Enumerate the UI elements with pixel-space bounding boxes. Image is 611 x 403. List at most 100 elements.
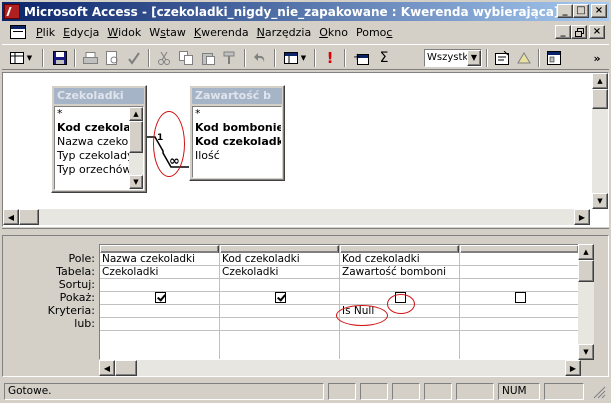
scroll-up-icon[interactable]: ▲	[578, 244, 594, 260]
show-table-icon[interactable]: +	[350, 48, 372, 68]
table-czekoladki-title[interactable]: Czekoladki	[54, 88, 144, 104]
toolbar-overflow-icon[interactable]: »	[590, 48, 604, 68]
grid-column-4[interactable]	[460, 245, 578, 359]
scroll-thumb[interactable]	[115, 360, 137, 376]
database-window-icon[interactable]	[544, 48, 564, 68]
grid-cell-or[interactable]	[220, 318, 339, 331]
scroll-down-icon[interactable]: ▼	[578, 344, 594, 360]
scroll-down-icon[interactable]: ▼	[129, 175, 143, 189]
access-app-icon[interactable]	[4, 4, 20, 19]
column-selector[interactable]	[460, 245, 578, 253]
upper-vertical-scrollbar[interactable]: ▲ ▼	[592, 73, 608, 209]
undo-icon[interactable]	[250, 48, 270, 68]
minimize-button[interactable]: _	[557, 4, 573, 18]
print-icon[interactable]	[80, 48, 100, 68]
view-dropdown-button[interactable]: ▼	[6, 48, 36, 68]
grid-cell-field[interactable]: Kod czekoladki	[340, 253, 459, 266]
paste-icon[interactable]	[198, 48, 218, 68]
copy-icon[interactable]	[176, 48, 196, 68]
menu-narzedzia[interactable]: Narzędzia	[253, 26, 316, 39]
grid-cell-field[interactable]: Kod czekoladki	[220, 253, 339, 266]
top-values-combo[interactable]: Wszystk ▼	[424, 49, 482, 67]
grid-cell-field[interactable]	[460, 253, 578, 266]
grid-cell-criteria[interactable]	[100, 305, 219, 318]
field-list-item[interactable]: *	[193, 107, 281, 121]
status-bar: Gotowe. NUM	[2, 381, 609, 401]
grid-horizontal-scrollbar[interactable]: ◀ ▶	[99, 360, 581, 376]
design-grid-pane[interactable]: Pole: Tabela: Sortuj: Pokaż: Kryteria: l…	[2, 235, 609, 377]
field-list-scrollbar[interactable]: ▲ ▼	[129, 107, 143, 189]
grid-cell-criteria[interactable]	[220, 305, 339, 318]
query-design-grid[interactable]: Nazwa czekoladki Czekoladki Kod czekolad…	[99, 244, 579, 360]
scroll-right-icon[interactable]: ▶	[574, 209, 590, 225]
totals-icon[interactable]: Σ	[374, 48, 394, 68]
column-selector[interactable]	[220, 245, 339, 253]
properties-icon[interactable]	[492, 48, 512, 68]
menu-widok[interactable]: Widok	[103, 26, 145, 39]
show-checkbox[interactable]	[515, 292, 526, 303]
grid-column-2[interactable]: Kod czekoladki Czekoladki	[220, 245, 340, 359]
upper-horizontal-scrollbar[interactable]: ◀ ▶	[3, 209, 590, 225]
grid-cell-criteria[interactable]	[460, 305, 578, 318]
field-list-item[interactable]: Kod czekoladki	[193, 135, 281, 149]
format-painter-icon[interactable]	[220, 48, 240, 68]
menu-wstaw[interactable]: Wstaw	[145, 26, 190, 39]
show-checkbox[interactable]	[275, 292, 286, 303]
close-button[interactable]: ×	[591, 4, 607, 18]
maximize-button[interactable]: □	[573, 4, 589, 18]
table-czekoladki-field-list[interactable]: * Kod czekoladk Nazwa czekola Typ czekol…	[54, 106, 144, 190]
scroll-left-icon[interactable]: ◀	[99, 360, 115, 376]
doc-minimize-button[interactable]: _	[555, 25, 571, 39]
run-icon[interactable]: !	[320, 48, 340, 68]
scroll-up-icon[interactable]: ▲	[592, 73, 608, 89]
scroll-up-icon[interactable]: ▲	[129, 107, 143, 121]
grid-cell-field[interactable]: Nazwa czekoladki	[100, 253, 219, 266]
scroll-thumb[interactable]	[592, 89, 608, 109]
menu-edycja[interactable]: Edycja	[59, 26, 103, 39]
table-zawartosc-title[interactable]: Zawartość b	[192, 88, 282, 104]
table-pane[interactable]: Czekoladki * Kod czekoladk Nazwa czekola…	[2, 72, 609, 227]
menu-okno[interactable]: Okno	[315, 26, 352, 39]
table-czekoladki[interactable]: Czekoladki * Kod czekoladk Nazwa czekola…	[51, 85, 147, 193]
grid-vertical-scrollbar[interactable]: ▲ ▼	[578, 244, 594, 360]
grid-cell-sort[interactable]	[220, 279, 339, 292]
grid-cell-sort[interactable]	[460, 279, 578, 292]
scroll-thumb[interactable]	[578, 260, 594, 282]
grid-cell-sort[interactable]	[340, 279, 459, 292]
pane-splitter[interactable]	[2, 228, 609, 234]
scroll-down-icon[interactable]: ▼	[592, 193, 608, 209]
chevron-down-icon[interactable]: ▼	[467, 50, 481, 66]
grid-column-1[interactable]: Nazwa czekoladki Czekoladki	[100, 245, 220, 359]
menu-pomoc[interactable]: Pomoc	[352, 26, 396, 39]
field-list-item[interactable]: Ilość	[193, 149, 281, 163]
grid-cell-or[interactable]	[460, 318, 578, 331]
build-icon[interactable]	[514, 48, 534, 68]
print-preview-icon[interactable]	[102, 48, 122, 68]
doc-close-button[interactable]: ×	[589, 25, 605, 39]
table-zawartosc[interactable]: Zawartość b * Kod bombonierki Kod czekol…	[189, 85, 285, 181]
query-document-icon[interactable]	[10, 25, 26, 39]
scroll-right-icon[interactable]: ▶	[565, 360, 581, 376]
grid-cell-sort[interactable]	[100, 279, 219, 292]
query-type-dropdown[interactable]: ▼	[280, 48, 310, 68]
scroll-left-icon[interactable]: ◀	[3, 209, 19, 225]
doc-restore-button[interactable]	[571, 25, 587, 39]
menu-plik[interactable]: Plik	[32, 26, 59, 39]
grid-cell-table[interactable]: Czekoladki	[220, 266, 339, 279]
column-selector[interactable]	[340, 245, 459, 253]
menu-kwerenda[interactable]: Kwerenda	[190, 26, 253, 39]
scroll-thumb[interactable]	[129, 121, 143, 153]
save-icon[interactable]	[50, 48, 70, 68]
resize-grip-icon[interactable]	[592, 385, 606, 399]
field-list-item[interactable]: Kod bombonierki	[193, 121, 281, 135]
show-checkbox[interactable]	[155, 292, 166, 303]
column-selector[interactable]	[100, 245, 219, 253]
grid-cell-or[interactable]	[100, 318, 219, 331]
scroll-thumb[interactable]	[19, 209, 39, 225]
grid-cell-table[interactable]: Czekoladki	[100, 266, 219, 279]
grid-cell-table[interactable]: Zawartość bomboni	[340, 266, 459, 279]
cut-icon[interactable]	[154, 48, 174, 68]
grid-cell-table[interactable]	[460, 266, 578, 279]
table-zawartosc-field-list[interactable]: * Kod bombonierki Kod czekoladki Ilość	[192, 106, 282, 178]
spelling-icon[interactable]	[124, 48, 144, 68]
